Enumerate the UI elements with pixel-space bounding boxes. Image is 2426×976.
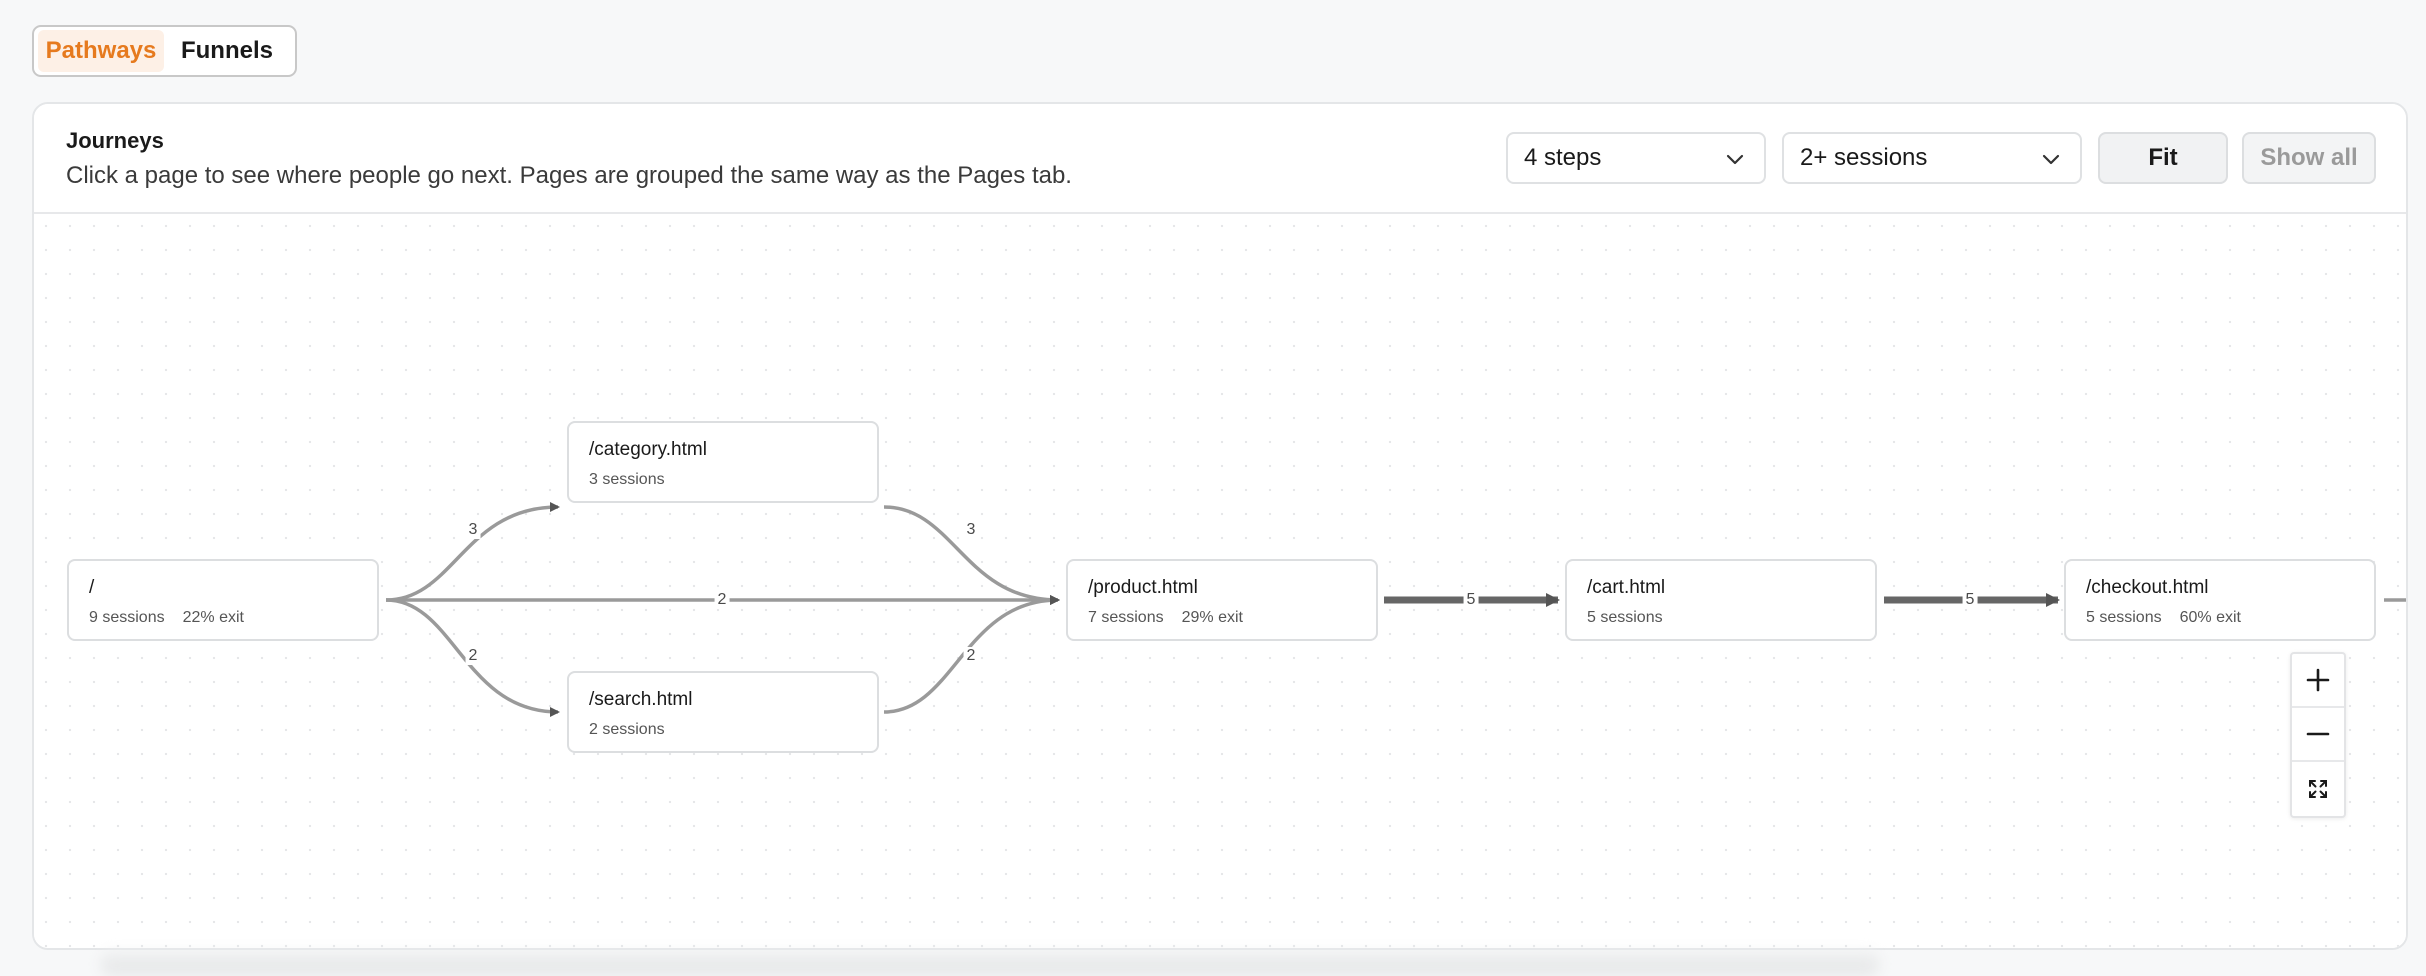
expand-icon [2309, 780, 2327, 798]
fit-button[interactable]: Fit [2098, 132, 2228, 184]
node-category[interactable]: /category.html 3 sessions [567, 421, 879, 503]
zoom-out-button[interactable] [2292, 708, 2344, 762]
edge-label-product-cart: 5 [1463, 591, 1479, 609]
edge-label-root-category: 3 [465, 521, 481, 539]
zoom-controls [2290, 652, 2346, 818]
panel-header: Journeys Click a page to see where peopl… [34, 104, 2406, 214]
node-meta: 7 sessions 29% exit [1088, 609, 1243, 627]
node-meta: 9 sessions 22% exit [89, 609, 244, 627]
steps-select[interactable]: 4 steps [1506, 132, 1766, 184]
node-path: / [89, 577, 95, 598]
edge-label-search-product: 2 [963, 647, 979, 665]
node-meta: 2 sessions [589, 721, 665, 739]
node-path: /search.html [589, 689, 693, 710]
edge-label-category-product: 3 [963, 521, 979, 539]
node-exit: 60% exit [2179, 609, 2241, 626]
node-search[interactable]: /search.html 2 sessions [567, 671, 879, 753]
sessions-select[interactable]: 2+ sessions [1782, 132, 2082, 184]
node-sessions: 3 sessions [589, 471, 665, 488]
view-switcher: Pathways Funnels [32, 25, 297, 77]
tab-pathways[interactable]: Pathways [38, 30, 164, 72]
bottom-shadow [100, 952, 1880, 976]
tab-funnels[interactable]: Funnels [164, 30, 290, 72]
sessions-select-value: 2+ sessions [1800, 144, 1928, 171]
node-sessions: 5 sessions [1587, 609, 1663, 626]
node-meta: 3 sessions [589, 471, 665, 489]
show-all-button[interactable]: Show all [2242, 132, 2376, 184]
zoom-in-button[interactable] [2292, 654, 2344, 708]
panel-subtitle: Click a page to see where people go next… [66, 162, 1072, 189]
panel-title: Journeys [66, 128, 164, 153]
node-path: /category.html [589, 439, 707, 460]
node-product[interactable]: /product.html 7 sessions 29% exit [1066, 559, 1378, 641]
node-exit: 22% exit [182, 609, 244, 626]
edge-label-root-product: 2 [714, 591, 730, 609]
edge-label-root-search: 2 [465, 647, 481, 665]
steps-select-value: 4 steps [1524, 144, 1602, 171]
node-path: /checkout.html [2086, 577, 2209, 598]
node-exit: 29% exit [1181, 609, 1243, 626]
node-sessions: 2 sessions [589, 721, 665, 738]
journeys-panel: Journeys Click a page to see where peopl… [32, 102, 2408, 950]
minus-icon [2306, 732, 2330, 736]
edge-label-cart-checkout: 5 [1962, 591, 1978, 609]
node-cart[interactable]: /cart.html 5 sessions [1565, 559, 1877, 641]
node-checkout[interactable]: /checkout.html 5 sessions 60% exit [2064, 559, 2376, 641]
node-root[interactable]: / 9 sessions 22% exit [67, 559, 379, 641]
node-meta: 5 sessions 60% exit [2086, 609, 2241, 627]
node-sessions: 9 sessions [89, 609, 165, 626]
pathway-canvas[interactable]: 3 2 2 3 2 5 5 / 9 sessions 22% exit /cate… [34, 214, 2406, 948]
node-meta: 5 sessions [1587, 609, 1663, 627]
fit-view-button[interactable] [2292, 762, 2344, 816]
chevron-down-icon [1726, 154, 1744, 165]
node-path: /cart.html [1587, 577, 1666, 598]
node-sessions: 7 sessions [1088, 609, 1164, 626]
chevron-down-icon [2042, 154, 2060, 165]
node-path: /product.html [1088, 577, 1198, 598]
node-sessions: 5 sessions [2086, 609, 2162, 626]
plus-icon [2306, 668, 2330, 692]
